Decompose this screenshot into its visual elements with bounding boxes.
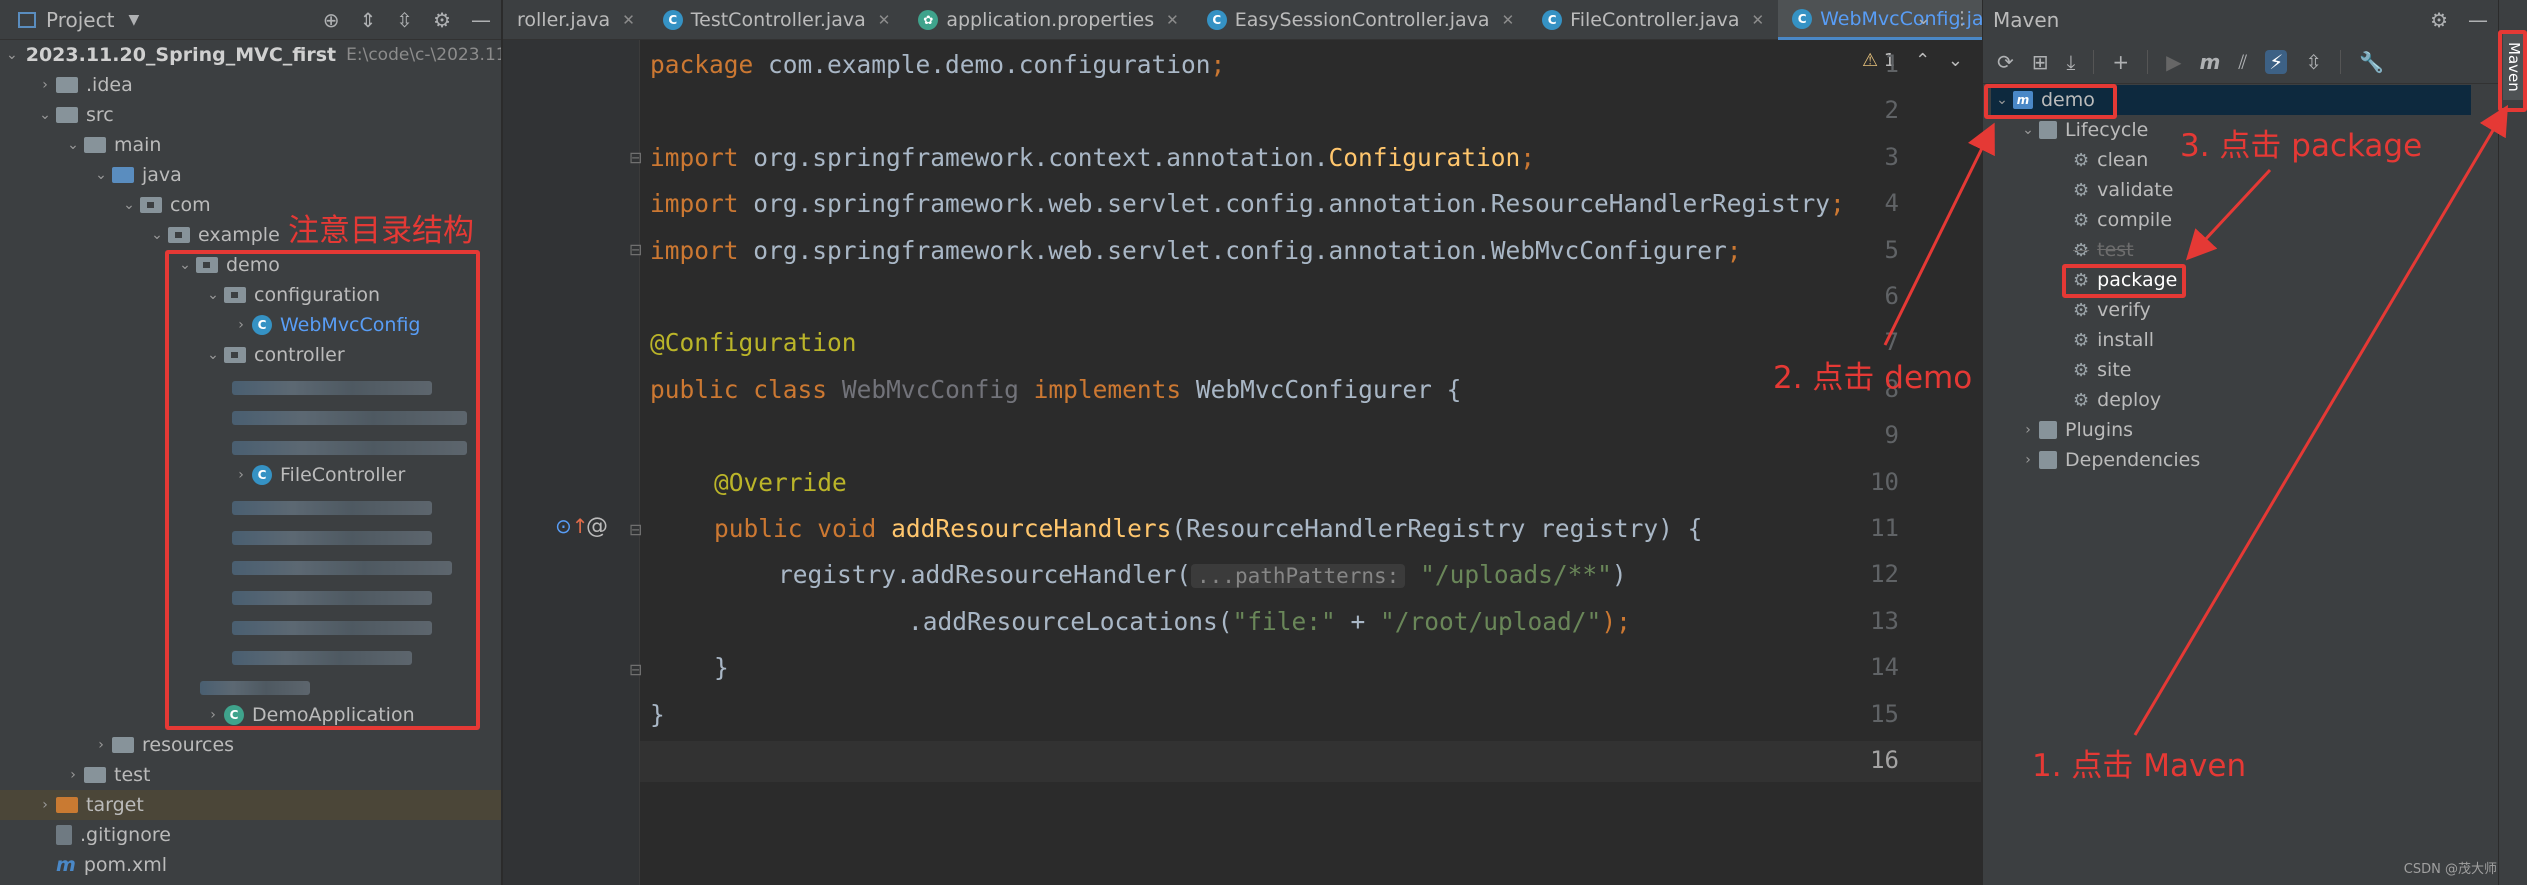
arrow-step3: [2185, 168, 2272, 261]
annotation-arrows: [1883, 104, 2509, 736]
watermark: CSDN @茂大师: [2403, 862, 2497, 877]
arrow-step1: [2133, 104, 2509, 736]
arrow-step2: [1883, 122, 1995, 346]
